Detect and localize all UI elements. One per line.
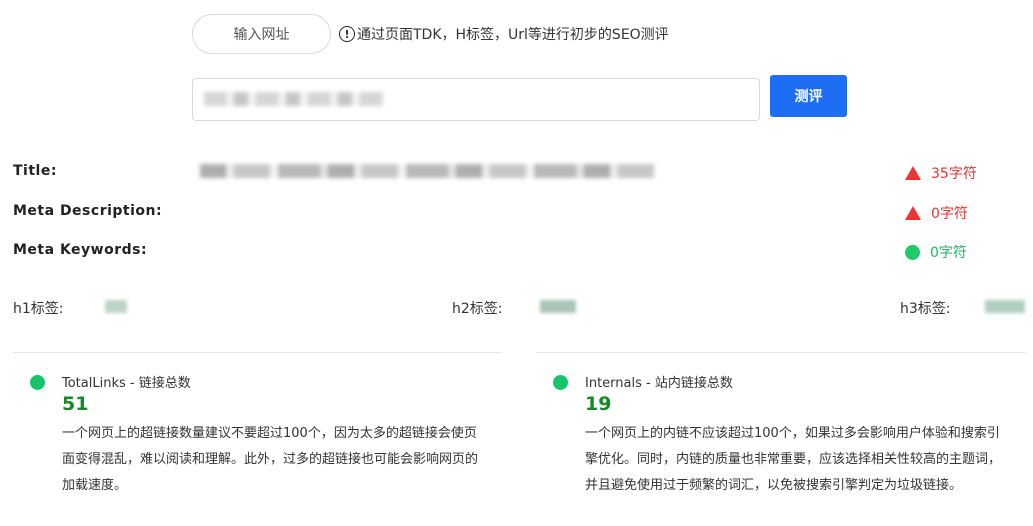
internal-links-description: 一个网页上的内链不应该超过100个，如果过多会影响用户体验和搜索引擎优化。同时，… <box>585 426 1002 493</box>
total-links-value: 51 <box>62 393 89 415</box>
total-links-description: 一个网页上的超链接数量建议不要超过100个，因为太多的超链接会使页面变得混乱，难… <box>62 426 479 493</box>
evaluate-button[interactable]: 测评 <box>770 75 847 117</box>
title-char-count: 35字符 <box>931 166 977 182</box>
description-char-count: 0字符 <box>931 206 968 222</box>
meta-keywords-label: Meta Keywords: <box>13 242 148 258</box>
total-links-title: TotalLinks - 链接总数 <box>62 376 191 391</box>
status-dot-icon <box>553 375 568 390</box>
title-status: 35字符 <box>905 163 977 183</box>
ok-dot-icon <box>905 244 920 260</box>
h2-label: h2标签: <box>452 301 503 317</box>
internal-links-value: 19 <box>585 393 612 415</box>
warning-triangle-icon <box>905 166 921 180</box>
h3-label: h3标签: <box>900 301 951 317</box>
keywords-char-count: 0字符 <box>930 245 967 261</box>
seo-hint-text: 通过页面TDK，H标签，Url等进行初步的SEO测评 <box>357 27 669 43</box>
status-dot-icon <box>30 375 45 390</box>
redacted-h1-count <box>105 300 127 313</box>
warning-triangle-icon <box>905 206 921 220</box>
redacted-url-value <box>204 92 384 106</box>
exclamation-circle-icon: ! <box>339 26 355 42</box>
h1-label: h1标签: <box>13 301 64 317</box>
internal-links-title: Internals - 站内链接总数 <box>585 376 733 391</box>
divider-left <box>13 352 502 353</box>
meta-description-label: Meta Description: <box>13 203 163 219</box>
divider-right <box>536 352 1026 353</box>
description-status: 0字符 <box>905 203 968 223</box>
keywords-status: 0字符 <box>905 242 967 262</box>
redacted-h3-count <box>985 300 1025 313</box>
title-label: Title: <box>13 163 57 179</box>
seo-hint: ! 通过页面TDK，H标签，Url等进行初步的SEO测评 <box>339 24 669 44</box>
redacted-h2-count <box>540 300 576 313</box>
redacted-title-value <box>200 164 655 178</box>
enter-url-button[interactable]: 输入网址 <box>192 14 331 54</box>
